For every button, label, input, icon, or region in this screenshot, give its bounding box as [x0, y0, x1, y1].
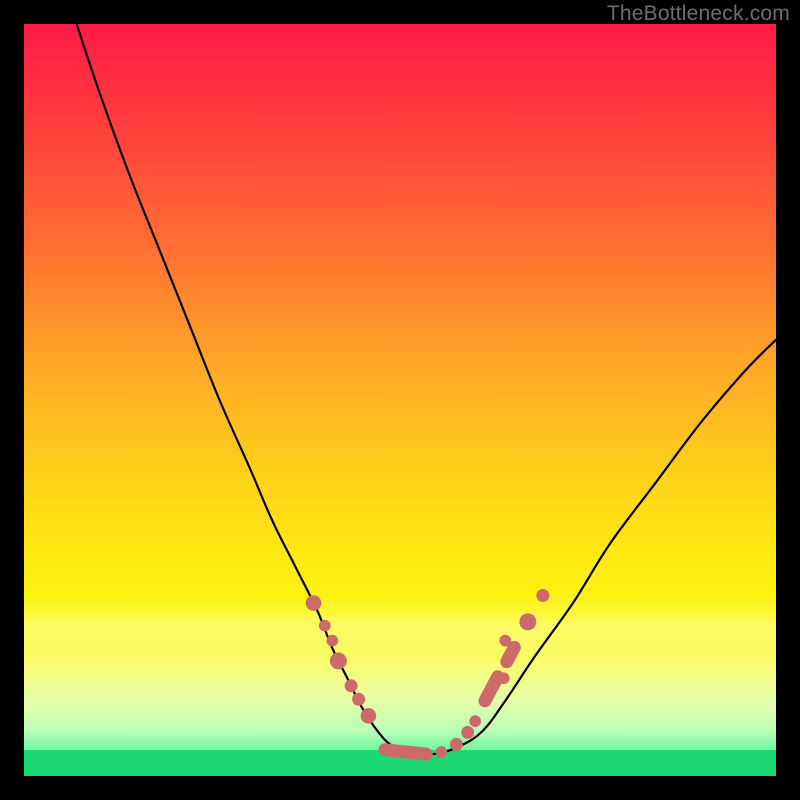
marker-segment — [385, 750, 426, 755]
marker-dot — [469, 715, 481, 727]
marker-segments — [385, 647, 514, 754]
marker-segment — [507, 647, 515, 661]
marker-dot — [499, 635, 511, 647]
marker-dot — [536, 589, 549, 602]
marker-dot — [436, 746, 448, 758]
marker-dots — [306, 589, 550, 758]
marker-dot — [461, 726, 474, 739]
marker-dot — [326, 635, 338, 647]
marker-dot — [352, 693, 365, 706]
marker-dot — [306, 595, 322, 611]
attribution-text: TheBottleneck.com — [607, 2, 790, 26]
marker-dot — [519, 613, 536, 630]
marker-dot — [498, 672, 510, 684]
marker-dot — [361, 708, 377, 724]
bottleneck-curve — [77, 24, 776, 754]
marker-dot — [345, 679, 358, 692]
marker-dot — [330, 652, 347, 669]
marker-dot — [450, 738, 463, 751]
chart-svg — [24, 24, 776, 776]
marker-dot — [319, 620, 331, 632]
marker-segment — [485, 677, 498, 701]
